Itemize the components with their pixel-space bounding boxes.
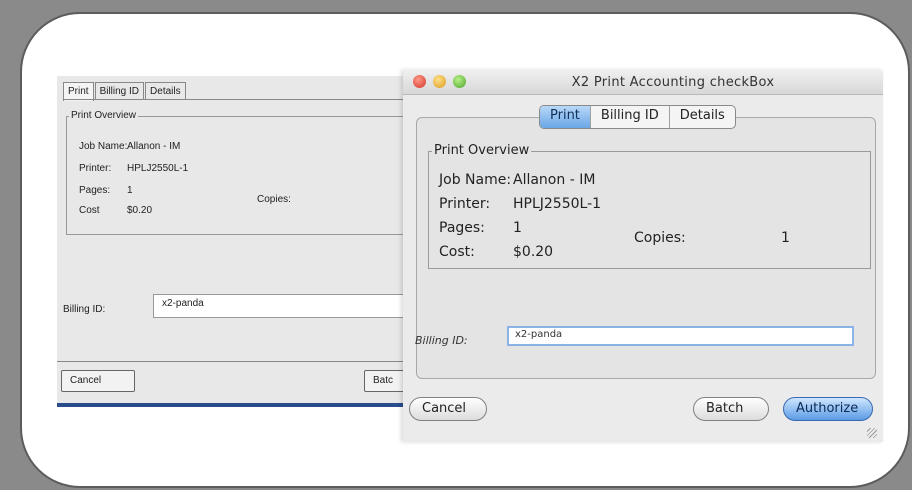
window-title: X2 Print Accounting checkBox [571, 75, 775, 90]
group-title: Print Overview [432, 143, 532, 158]
button-separator [57, 361, 417, 362]
tab-bar: Print Billing ID Details [63, 82, 187, 101]
tab-details[interactable]: Details [670, 106, 735, 128]
tab-details[interactable]: Details [145, 82, 186, 100]
billing-id-input[interactable]: x2-panda [507, 326, 854, 346]
batch-button[interactable]: Batch [693, 397, 769, 421]
job-name-label: Job Name: [439, 172, 512, 188]
copies-label: Copies: [634, 230, 686, 246]
group-title: Print Overview [69, 110, 139, 121]
tab-billing-id[interactable]: Billing ID [94, 82, 145, 100]
printer-value: HPLJ2550L-1 [513, 196, 602, 212]
billing-id-label: Billing ID: [415, 334, 468, 347]
pages-label: Pages: [79, 185, 111, 196]
cost-value: $0.20 [513, 244, 554, 260]
billing-id-input[interactable]: x2-panda [153, 294, 417, 318]
cost-value: $0.20 [127, 205, 153, 216]
mac-print-dialog: X2 Print Accounting checkBox Print Billi… [403, 70, 883, 442]
billing-id-label: Billing ID: [63, 304, 106, 315]
tab-billing-id[interactable]: Billing ID [591, 106, 670, 128]
close-icon[interactable] [413, 75, 426, 88]
copies-label: Copies: [257, 194, 291, 205]
copies-value: 1 [781, 230, 790, 246]
zoom-icon[interactable] [453, 75, 466, 88]
job-name-value: Allanon - IM [127, 141, 181, 152]
cost-label: Cost [79, 205, 100, 216]
pages-value: 1 [127, 185, 133, 196]
tab-print[interactable]: Print [540, 106, 591, 128]
cancel-button[interactable]: Cancel [61, 370, 135, 392]
title-bar: X2 Print Accounting checkBox [403, 70, 883, 95]
print-overview-group: Print Overview Job Name: Allanon - IM Pr… [66, 110, 413, 235]
printer-label: Printer: [79, 163, 112, 174]
windows-print-dialog: Print Billing ID Details Print Overview … [57, 76, 417, 446]
authorize-button[interactable]: Authorize [783, 397, 873, 421]
printer-value: HPLJ2550L-1 [127, 163, 189, 174]
cancel-button[interactable]: Cancel [409, 397, 487, 421]
window-bottom [57, 407, 417, 446]
pages-value: 1 [513, 220, 522, 236]
job-name-value: Allanon - IM [513, 172, 596, 188]
resize-grip-icon[interactable] [867, 428, 877, 438]
segmented-tabs: Print Billing ID Details [539, 105, 736, 129]
job-name-label: Job Name: [79, 141, 128, 152]
print-overview-group: Print Overview Job Name: Allanon - IM Pr… [428, 143, 871, 269]
minimize-icon[interactable] [433, 75, 446, 88]
printer-label: Printer: [439, 196, 491, 212]
pages-label: Pages: [439, 220, 485, 236]
cost-label: Cost: [439, 244, 475, 260]
tab-divider [63, 99, 417, 100]
